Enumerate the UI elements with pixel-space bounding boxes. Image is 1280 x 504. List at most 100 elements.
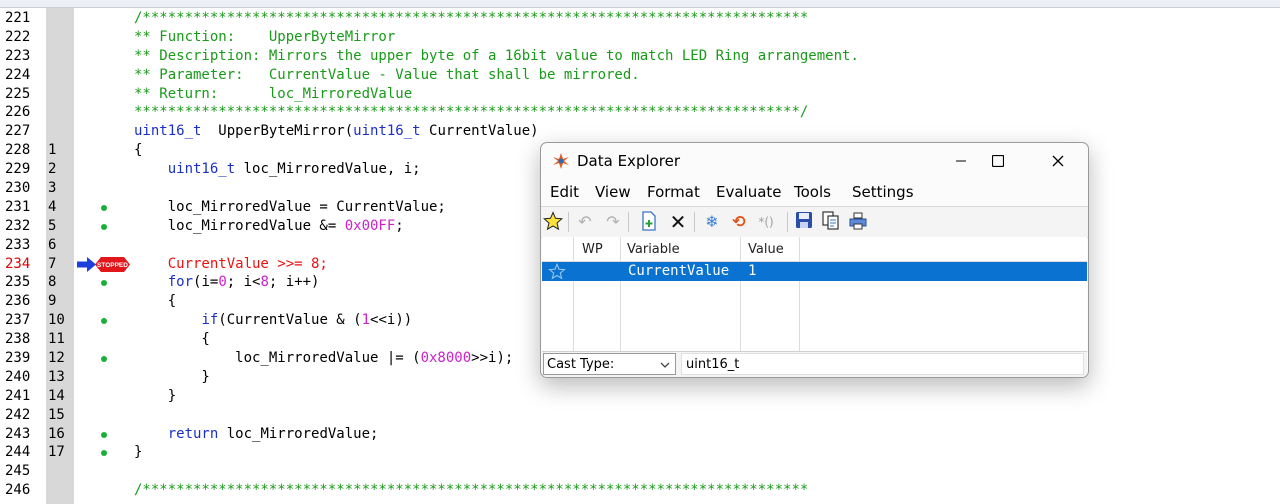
code-token: 8 <box>260 274 269 291</box>
code-token: 1 <box>361 312 371 329</box>
statement-number: 10 <box>48 312 65 329</box>
statement-number: 4 <box>48 198 57 215</box>
line-number: 236 <box>5 293 31 310</box>
breakpoint-dot-icon[interactable] <box>101 204 107 211</box>
code-line[interactable]: 246 /************************************… <box>0 481 1280 500</box>
code-line[interactable]: 226 *************************************… <box>0 103 1280 122</box>
value-cell[interactable]: 1 <box>748 263 756 279</box>
code-text: { <box>134 292 176 311</box>
save-icon[interactable] <box>793 211 815 233</box>
code-token: 0 <box>218 274 227 291</box>
delete-icon[interactable]: ✕ <box>667 211 689 233</box>
code-text: loc_MirroredValue = CurrentValue; <box>134 198 446 217</box>
code-text: ** Return: loc_MirroredValue <box>134 85 412 104</box>
code-line[interactable]: 222 ** Function: UpperByteMirror <box>0 28 1280 47</box>
cast-type-dropdown[interactable]: Cast Type: <box>543 353 676 375</box>
print-icon[interactable] <box>847 211 869 233</box>
code-text: ** Description: Mirrors the upper byte o… <box>134 47 859 66</box>
watch-table[interactable]: WP Variable Value CurrentValue 1 <box>542 237 1087 352</box>
code-token: (i= <box>193 274 219 291</box>
close-button[interactable] <box>1035 143 1081 179</box>
column-header-value[interactable]: Value <box>748 242 784 257</box>
statement-number: 9 <box>48 293 57 310</box>
variable-name-cell[interactable]: CurrentValue <box>628 263 729 279</box>
redo-icon[interactable]: ↷ <box>602 211 624 233</box>
favorite-star-icon[interactable] <box>542 211 564 233</box>
code-line[interactable]: 227 uint16_t UpperByteMirror(uint16_t Cur… <box>0 122 1280 141</box>
line-number: 222 <box>5 28 31 45</box>
code-text: /***************************************… <box>134 481 808 500</box>
pointer-deref-icon[interactable]: *() <box>755 211 777 233</box>
window-title: Data Explorer <box>577 152 681 170</box>
undo-icon[interactable]: ↶ <box>574 211 596 233</box>
menu-evaluate[interactable]: Evaluate <box>716 183 782 201</box>
code-text: ** Function: UpperByteMirror <box>134 28 395 47</box>
code-line[interactable]: 244 17} <box>0 443 1280 462</box>
code-token: 0x8000 <box>420 350 472 367</box>
line-number: 229 <box>5 161 31 178</box>
code-token: ; <box>395 217 404 234</box>
menu-bar: Edit View Format Evaluate Tools Settings <box>541 179 1088 205</box>
statement-number: 12 <box>48 350 65 367</box>
freeze-icon[interactable]: ❄ <box>701 211 723 233</box>
code-token: loc_MirroredValue |= ( <box>134 350 421 367</box>
breakpoint-dot-icon[interactable] <box>101 356 107 363</box>
code-token: ** Return: loc_MirroredValue <box>134 85 413 102</box>
code-text: CurrentValue >>= 8; <box>134 255 328 274</box>
new-watch-icon[interactable] <box>638 211 660 233</box>
line-number: 234 <box>5 255 31 272</box>
menu-tools[interactable]: Tools <box>794 183 831 201</box>
statement-number: 8 <box>48 274 57 291</box>
line-number: 243 <box>5 425 31 442</box>
maximize-button[interactable] <box>975 143 1021 179</box>
code-line[interactable]: 224 ** Parameter: CurrentValue - Value th… <box>0 66 1280 85</box>
code-line[interactable]: 225 ** Return: loc_MirroredValue <box>0 85 1280 104</box>
breakpoint-dot-icon[interactable] <box>101 280 107 287</box>
title-bar[interactable]: Data Explorer <box>541 143 1088 179</box>
column-header-variable[interactable]: Variable <box>627 242 680 257</box>
refresh-icon[interactable]: ⟲ <box>728 211 750 233</box>
code-line[interactable]: 245 <box>0 462 1280 481</box>
line-number: 232 <box>5 217 31 234</box>
code-text: if(CurrentValue & (1<<i)) <box>134 311 412 330</box>
code-line[interactable]: 223 ** Description: Mirrors the upper byt… <box>0 47 1280 66</box>
code-text: { <box>134 330 209 349</box>
code-line[interactable]: 242 15 <box>0 406 1280 425</box>
code-token: ** Function: UpperByteMirror <box>134 28 396 45</box>
data-explorer-window: Data Explorer Edit View Format Evaluate … <box>540 142 1089 378</box>
code-line[interactable]: 221 /************************************… <box>0 9 1280 28</box>
breakpoint-dot-icon[interactable] <box>101 431 107 438</box>
code-text: ****************************************… <box>134 103 808 122</box>
code-text: return loc_MirroredValue; <box>134 425 379 444</box>
statement-number: 16 <box>48 425 65 442</box>
code-token: loc_MirroredValue, i; <box>235 161 421 178</box>
ide-toolbar-strip <box>0 0 1280 8</box>
code-text: loc_MirroredValue &= 0x00FF; <box>134 217 404 236</box>
code-line[interactable]: 243 16 return loc_MirroredValue; <box>0 425 1280 444</box>
code-text: { <box>134 141 142 160</box>
statement-number: 6 <box>48 236 57 253</box>
code-line[interactable]: 241 14 } <box>0 387 1280 406</box>
cast-type-label: Cast Type: <box>547 357 615 372</box>
menu-edit[interactable]: Edit <box>550 183 579 201</box>
star-outline-icon[interactable] <box>548 263 566 280</box>
breakpoint-dot-icon[interactable] <box>101 450 107 457</box>
code-text: loc_MirroredValue |= (0x8000>>i); <box>134 349 513 368</box>
breakpoint-dot-icon[interactable] <box>101 318 107 325</box>
code-token: /***************************************… <box>134 482 809 499</box>
table-row[interactable]: CurrentValue 1 <box>542 262 1087 281</box>
line-number: 230 <box>5 180 31 197</box>
menu-settings[interactable]: Settings <box>852 183 914 201</box>
code-token: /***************************************… <box>134 10 809 26</box>
code-token: ** Parameter: CurrentValue - Value that … <box>134 66 640 83</box>
code-text: } <box>134 443 142 462</box>
cast-type-input[interactable]: uint16_t <box>681 353 1084 375</box>
menu-view[interactable]: View <box>595 183 631 201</box>
line-number: 238 <box>5 331 31 348</box>
breakpoint-dot-icon[interactable] <box>101 223 107 230</box>
menu-format[interactable]: Format <box>647 183 700 201</box>
close-icon <box>1052 155 1064 167</box>
column-header-wp[interactable]: WP <box>582 242 603 257</box>
code-text: } <box>134 387 176 406</box>
copy-icon[interactable] <box>820 211 842 233</box>
